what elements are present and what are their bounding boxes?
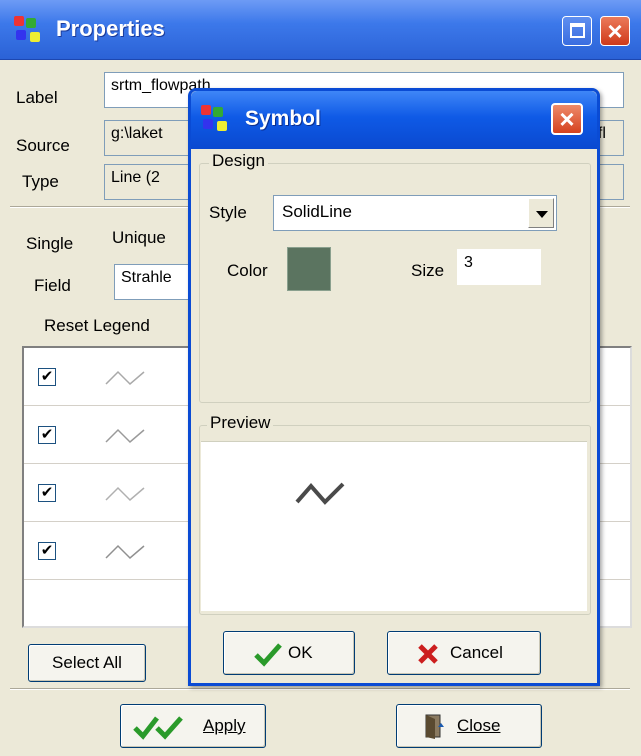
select-all-button[interactable]: Select All xyxy=(28,644,146,682)
tab-single[interactable]: Single xyxy=(26,234,73,254)
select-all-label: Select All xyxy=(52,653,122,672)
style-select[interactable]: SolidLine xyxy=(273,195,557,231)
dropdown-arrow-icon[interactable] xyxy=(528,198,554,228)
tab-unique[interactable]: Unique xyxy=(112,228,166,248)
legend-row-checkbox[interactable]: ✔ xyxy=(38,368,56,386)
legend-row-checkbox[interactable]: ✔ xyxy=(38,542,56,560)
dialog-title: Symbol xyxy=(245,107,321,130)
close-icon: × xyxy=(559,104,575,134)
line-symbol-icon xyxy=(105,428,145,444)
ok-button[interactable]: OK xyxy=(223,631,355,675)
cancel-button[interactable]: Cancel xyxy=(387,631,541,675)
style-value: SolidLine xyxy=(282,202,352,221)
checkmark-icon xyxy=(254,643,282,667)
legend-row-checkbox[interactable]: ✔ xyxy=(38,426,56,444)
dialog-close-button[interactable]: × xyxy=(551,103,583,135)
close-window-button[interactable]: × xyxy=(600,16,630,46)
preview-caption: Preview xyxy=(207,413,274,433)
color-swatch[interactable] xyxy=(287,247,331,291)
double-checkmark-icon xyxy=(133,716,183,740)
line-symbol-icon xyxy=(105,370,145,386)
line-symbol-icon xyxy=(105,486,145,502)
bottom-separator xyxy=(10,688,630,690)
label-caption: Label xyxy=(16,88,58,107)
source-value: g:\laket xyxy=(111,125,163,142)
close-button[interactable]: Close xyxy=(396,704,542,748)
door-icon xyxy=(425,714,444,739)
legend-row-checkbox[interactable]: ✔ xyxy=(38,484,56,502)
cancel-label: Cancel xyxy=(450,643,503,662)
color-label: Color xyxy=(227,261,268,280)
preview-canvas xyxy=(201,441,587,611)
source-caption: Source xyxy=(16,136,70,155)
type-caption: Type xyxy=(22,172,59,191)
apply-label: Apply xyxy=(203,716,246,735)
properties-titlebar[interactable]: Properties × xyxy=(0,0,641,60)
maximize-button[interactable] xyxy=(562,16,592,46)
window-title: Properties xyxy=(56,16,165,41)
size-input[interactable]: 3 xyxy=(457,249,541,285)
style-label: Style xyxy=(209,203,247,222)
apply-button[interactable]: Apply xyxy=(120,704,266,748)
symbol-dialog: Symbol × Design Style SolidLine Color Si… xyxy=(188,88,600,686)
field-caption: Field xyxy=(34,276,71,295)
close-label: Close xyxy=(457,716,501,735)
ok-label: OK xyxy=(288,643,313,662)
maximize-icon xyxy=(570,23,585,38)
red-x-icon xyxy=(418,644,438,664)
reset-legend-button[interactable]: Reset Legend xyxy=(44,316,150,336)
line-preview-icon xyxy=(295,482,345,505)
app-grid-icon xyxy=(14,16,44,46)
size-label: Size xyxy=(411,261,445,280)
symbol-titlebar[interactable]: Symbol × xyxy=(191,91,597,149)
close-icon: × xyxy=(607,16,623,46)
design-caption: Design xyxy=(209,151,268,171)
line-symbol-icon xyxy=(105,544,145,560)
app-grid-icon xyxy=(201,105,231,135)
